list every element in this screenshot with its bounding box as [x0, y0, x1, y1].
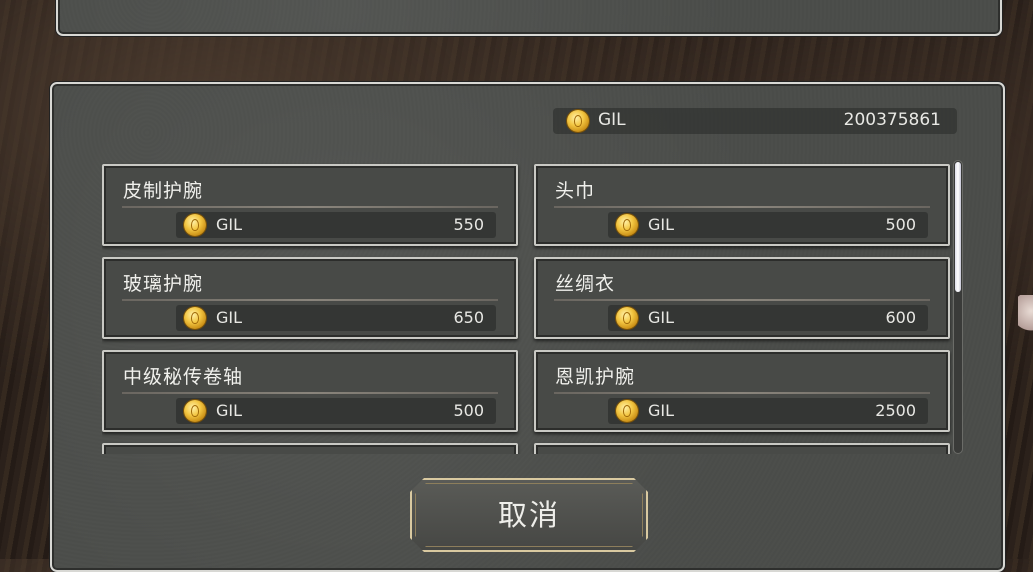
item-price: 2500	[875, 401, 916, 420]
item-name: 恩凯护腕	[555, 366, 636, 388]
shop-item[interactable]: 皮制护腕 GIL 550	[102, 164, 518, 246]
item-name: 丝绸衣	[555, 273, 616, 295]
gil-coin-icon	[616, 307, 638, 329]
item-price: 600	[885, 308, 916, 327]
item-divider	[122, 206, 498, 208]
currency-label: GIL	[216, 308, 243, 327]
currency-label: GIL	[216, 401, 243, 420]
shop-item[interactable]	[534, 443, 950, 454]
shop-item[interactable]: 玻璃护腕 GIL 650	[102, 257, 518, 339]
item-price: 550	[453, 215, 484, 234]
item-name: 中级秘传卷轴	[123, 366, 244, 388]
item-price-bar: GIL 650	[176, 305, 496, 331]
item-price-bar: GIL 600	[608, 305, 928, 331]
item-price-bar: GIL 500	[176, 398, 496, 424]
shop-item[interactable]: 头巾 GIL 500	[534, 164, 950, 246]
gil-coin-icon	[184, 400, 206, 422]
gil-balance-amount: 200375861	[843, 110, 941, 130]
item-price: 650	[453, 308, 484, 327]
item-divider	[122, 392, 498, 394]
item-divider	[554, 299, 930, 301]
item-divider	[122, 299, 498, 301]
item-name: 头巾	[555, 180, 596, 202]
scrollbar-thumb[interactable]	[955, 162, 961, 292]
moogle-character-partial	[1018, 295, 1033, 335]
shop-item[interactable]: 恩凯护腕 GIL 2500	[534, 350, 950, 432]
gil-coin-icon	[567, 110, 589, 132]
item-price-bar: GIL 550	[176, 212, 496, 238]
shop-item-list[interactable]: 皮制护腕 GIL 550 头巾 GIL 500 玻璃护腕 GIL 650 丝绸衣…	[102, 160, 952, 454]
shop-item[interactable]	[102, 443, 518, 454]
shop-item[interactable]: 中级秘传卷轴 GIL 500	[102, 350, 518, 432]
item-name: 皮制护腕	[123, 180, 204, 202]
currency-label: GIL	[648, 401, 675, 420]
item-divider	[554, 392, 930, 394]
currency-label: GIL	[648, 308, 675, 327]
item-name: 玻璃护腕	[123, 273, 204, 295]
gil-coin-icon	[184, 214, 206, 236]
gil-coin-icon	[616, 214, 638, 236]
item-divider	[554, 206, 930, 208]
currency-label: GIL	[648, 215, 675, 234]
gil-coin-icon	[616, 400, 638, 422]
currency-label: GIL	[216, 215, 243, 234]
shop-item[interactable]: 丝绸衣 GIL 600	[534, 257, 950, 339]
gil-coin-icon	[184, 307, 206, 329]
top-info-panel	[56, 0, 1002, 36]
item-price-bar: GIL 500	[608, 212, 928, 238]
item-price: 500	[885, 215, 916, 234]
gil-label: GIL	[598, 110, 626, 130]
gil-balance-display: GIL 200375861	[553, 108, 957, 134]
item-price: 500	[453, 401, 484, 420]
item-list-scrollbar[interactable]	[953, 160, 963, 454]
cancel-button[interactable]: 取消	[410, 478, 648, 552]
item-price-bar: GIL 2500	[608, 398, 928, 424]
